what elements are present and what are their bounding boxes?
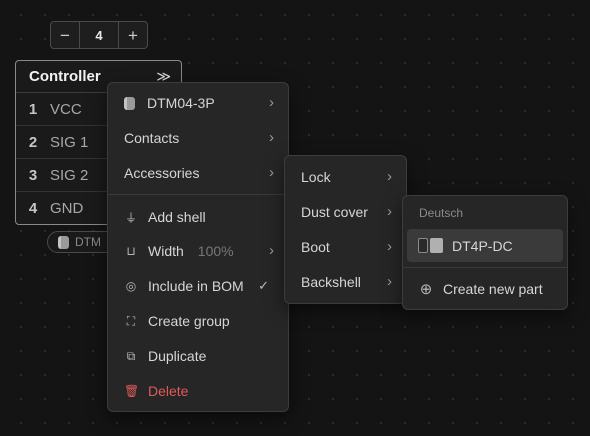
context-menu: DTM04-3P › Contacts › Accessories › ⏚ Ad… xyxy=(107,82,289,412)
menu-divider xyxy=(403,267,567,268)
menu-item-part-option[interactable]: DT4P-DC xyxy=(407,229,563,262)
chevron-right-icon: › xyxy=(269,242,274,259)
chevron-right-icon: › xyxy=(387,203,392,220)
tag-label: DTM xyxy=(75,235,101,249)
pin-name: SIG 1 xyxy=(50,133,89,151)
quantity-stepper[interactable]: − 4 + xyxy=(50,21,148,49)
chevron-right-icon: › xyxy=(269,164,274,181)
menu-item-label: Accessories xyxy=(124,165,200,181)
width-value: 100% xyxy=(197,243,234,259)
pin-number: 4 xyxy=(28,200,38,217)
quantity-value[interactable]: 4 xyxy=(79,22,119,48)
chevron-right-icon: › xyxy=(387,168,392,185)
menu-item-label: Contacts xyxy=(124,130,180,146)
menu-item-lock[interactable]: Lock › xyxy=(290,162,401,192)
menu-item-label: DT4P-DC xyxy=(452,237,513,254)
menu-item-duplicate[interactable]: ⧉ Duplicate xyxy=(113,341,283,371)
chevron-right-icon: › xyxy=(269,94,274,111)
menu-item-add-shell[interactable]: ⏚ Add shell xyxy=(113,202,283,232)
pin-number: 2 xyxy=(28,133,38,151)
menu-item-delete[interactable]: 🗑 Delete xyxy=(113,376,283,406)
duplicate-icon: ⧉ xyxy=(126,348,136,363)
menu-item-label: Duplicate xyxy=(148,348,207,364)
connector-shell-icon xyxy=(58,235,69,249)
menu-item-label: Dust cover xyxy=(301,204,368,220)
section-label: Deutsch xyxy=(419,206,464,220)
pin-number: 1 xyxy=(28,100,38,118)
menu-item-label: Add shell xyxy=(148,209,206,225)
accessories-submenu: Lock › Dust cover › Boot › Backshell › xyxy=(284,155,407,304)
pin-name: GND xyxy=(50,200,84,217)
menu-item-label: Delete xyxy=(148,383,189,399)
menu-item-dust-cover[interactable]: Dust cover › xyxy=(290,197,401,227)
chevron-right-icon: › xyxy=(269,129,274,146)
menu-item-create-new-part[interactable]: ⊕ Create new part xyxy=(408,274,562,304)
decrement-button[interactable]: − xyxy=(51,22,79,48)
menu-item-backshell[interactable]: Backshell › xyxy=(290,267,401,297)
trash-icon: 🗑 xyxy=(124,384,140,398)
chevron-right-icon: › xyxy=(387,273,392,290)
menu-item-label: Create group xyxy=(148,313,230,329)
menu-item-part[interactable]: DTM04-3P › xyxy=(113,88,283,118)
menu-item-label: Boot xyxy=(301,239,330,255)
menu-item-boot[interactable]: Boot › xyxy=(290,232,401,262)
increment-button[interactable]: + xyxy=(119,22,147,48)
check-icon: ✓ xyxy=(258,278,269,293)
bom-icon: ◎ xyxy=(125,279,137,293)
node-title: Controller xyxy=(29,68,101,85)
menu-item-label: Width xyxy=(148,243,184,259)
menu-item-label: DTM04-3P xyxy=(147,95,215,111)
plus-circle-icon: ⊕ xyxy=(419,281,433,298)
dust-cover-part-icon xyxy=(418,238,443,253)
connector-shell-icon xyxy=(124,96,135,110)
dust-cover-submenu: Deutsch DT4P-DC ⊕ Create new part xyxy=(402,195,568,310)
menu-item-create-group[interactable]: ⛶ Create group xyxy=(113,306,283,336)
pin-name: SIG 2 xyxy=(50,166,89,184)
pin-name: VCC xyxy=(50,100,82,118)
menu-item-include-in-bom[interactable]: ◎ Include in BOM ✓ xyxy=(113,271,283,301)
menu-item-contacts[interactable]: Contacts › xyxy=(113,123,283,153)
menu-item-label: Lock xyxy=(301,169,331,185)
menu-divider xyxy=(108,194,288,195)
group-icon: ⛶ xyxy=(126,313,136,328)
pin-number: 3 xyxy=(28,166,38,184)
width-icon: ⊔ xyxy=(126,244,136,258)
add-shell-icon: ⏚ xyxy=(124,210,137,225)
menu-item-label: Create new part xyxy=(443,281,543,297)
menu-item-accessories[interactable]: Accessories › xyxy=(113,158,283,188)
chevron-right-icon: › xyxy=(387,238,392,255)
menu-item-label: Backshell xyxy=(301,274,361,290)
menu-item-width[interactable]: ⊔ Width 100% › xyxy=(113,236,283,266)
menu-item-label: Include in BOM xyxy=(148,278,244,294)
